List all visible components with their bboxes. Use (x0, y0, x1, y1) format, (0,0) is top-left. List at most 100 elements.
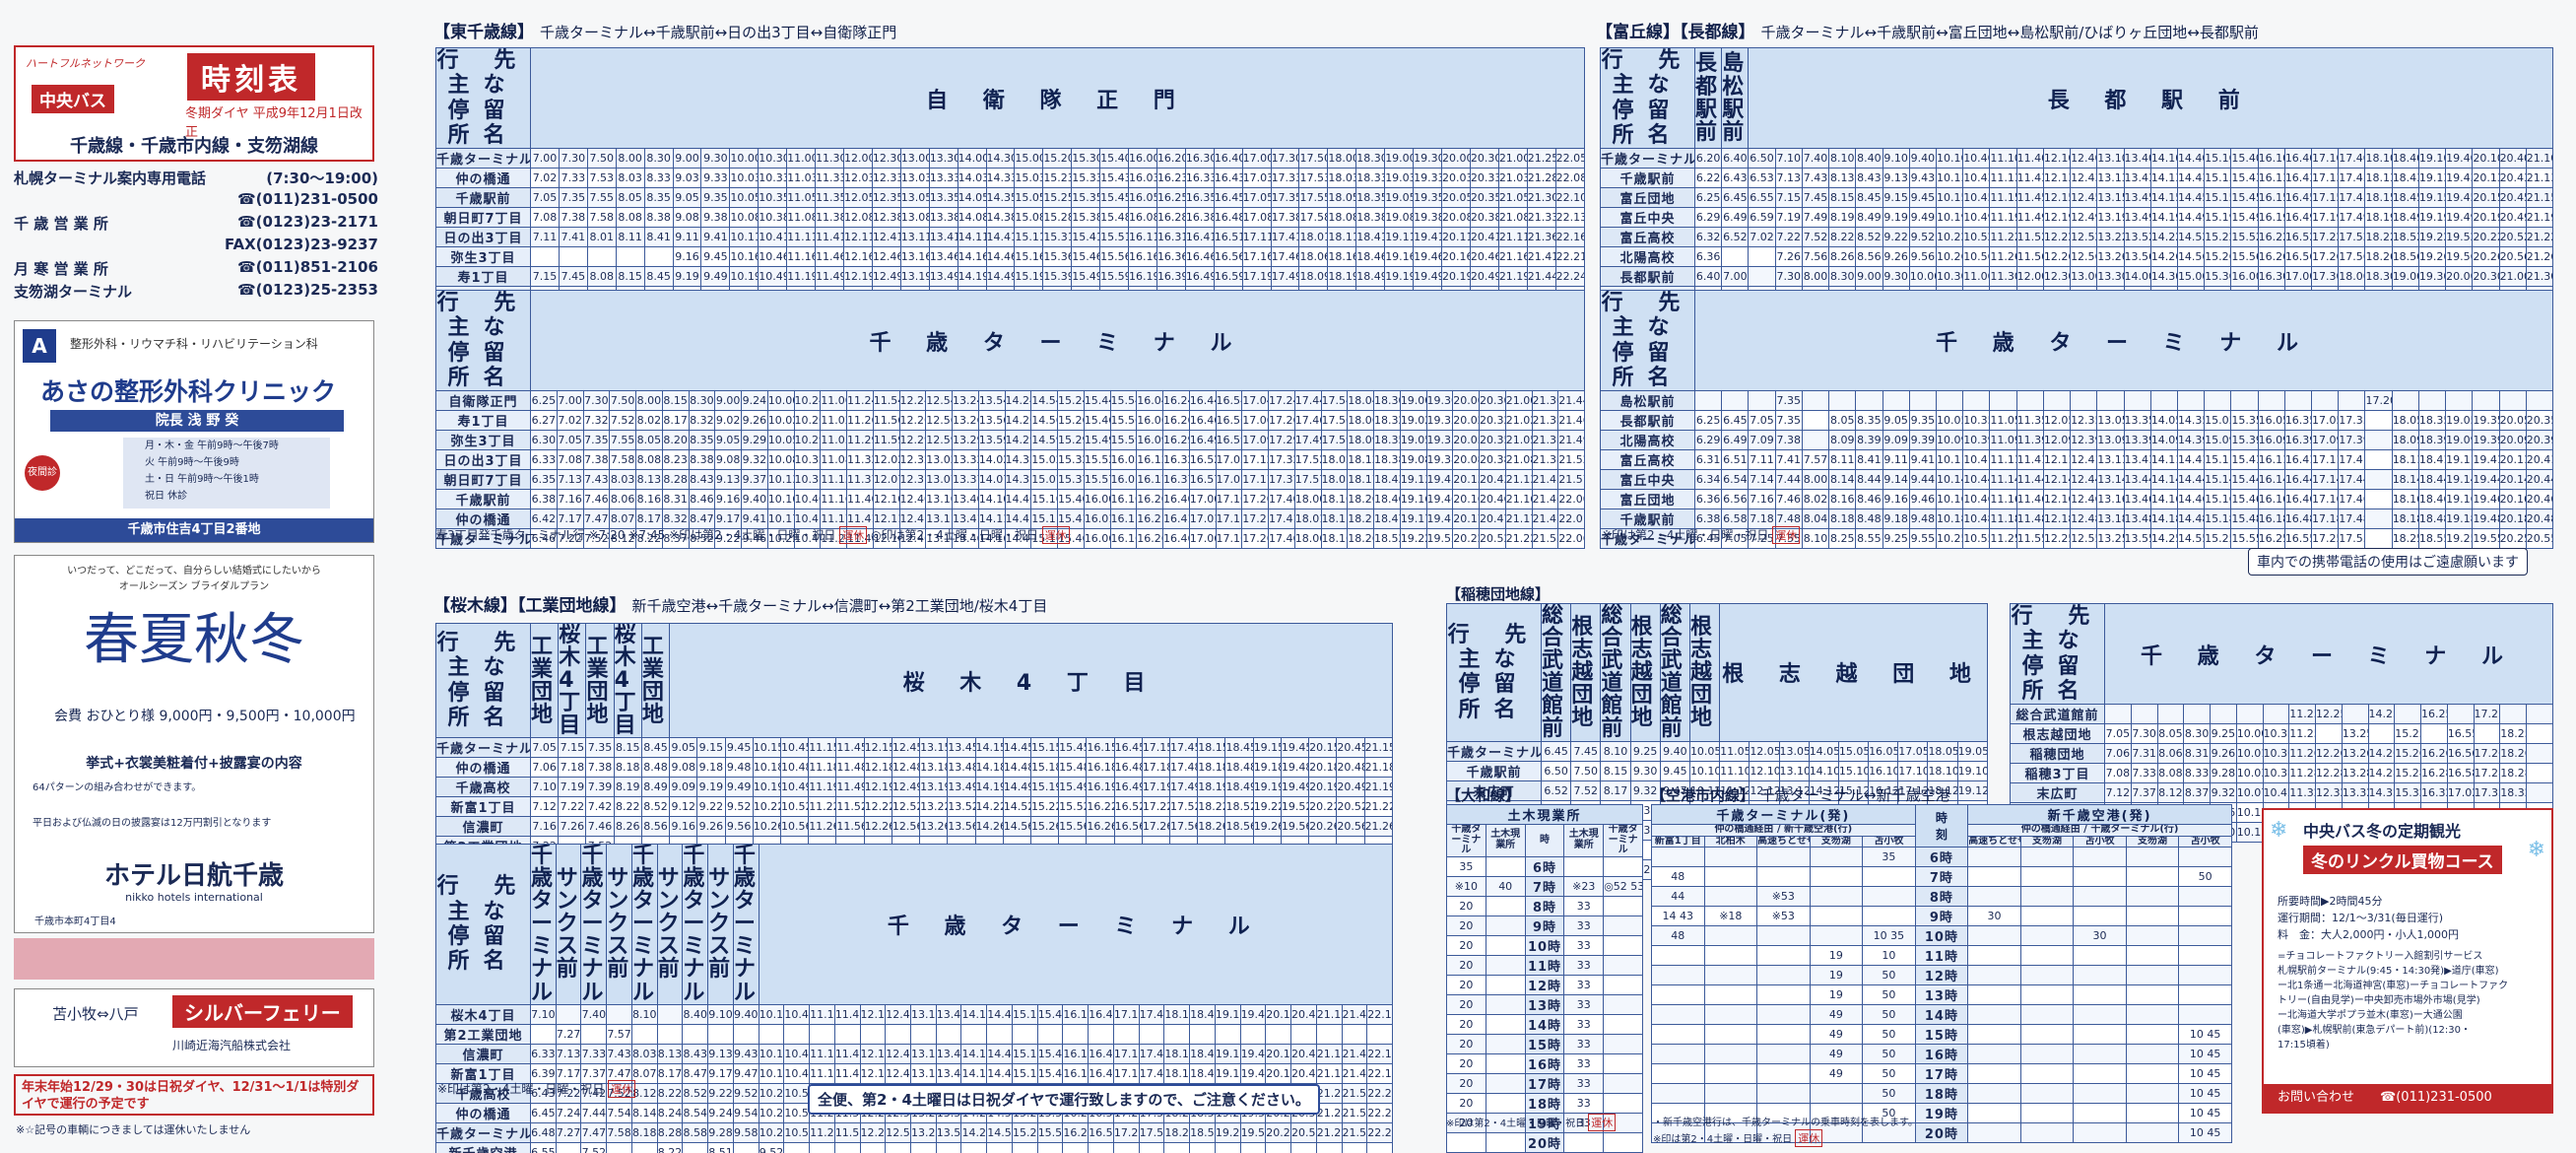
time-cell: 20.41 (2525, 449, 2554, 471)
time-cell: 20 (1446, 1013, 1486, 1035)
time-cell: 20.03 (1441, 168, 1471, 189)
stop-row: 富丘団地 6.36 6.56 7.16 7.46 8.02 8.16 8.46 9.16 9.46… (1600, 489, 2554, 510)
time-cell: 10.05 (729, 187, 760, 209)
time-cell (530, 1023, 557, 1045)
time-cell: 13.41 (928, 227, 958, 248)
time-cell: 19.47 (1425, 509, 1454, 530)
time-cell (2176, 390, 2206, 412)
time-cell: 19.35 (1425, 430, 1454, 451)
time-cell: 10 45 (2178, 1044, 2232, 1064)
time-cell: 21.10 (1315, 1003, 1343, 1025)
time-cell: 20.48 (2525, 509, 2554, 530)
time-cell: 14.59 (1030, 430, 1058, 451)
time-cell: 16.14 (2257, 469, 2285, 491)
time-cell: 7.08 (530, 207, 560, 229)
time-cell: 18.09 (1347, 430, 1374, 451)
column-header: 支笏湖 (1809, 835, 1864, 848)
time-cell: 13.13 (910, 1043, 937, 1064)
time-cell: 19.30 (1425, 390, 1454, 412)
clinic-hours-line: 月・木・金 午前9時〜午後7時 (145, 441, 279, 451)
destination-subheader: 工業団地 (529, 622, 560, 739)
time-cell (1112, 1141, 1140, 1153)
time-cell: 16.55 (2283, 528, 2313, 550)
time-cell: 15.25 (2394, 723, 2421, 745)
time-cell: 13.48 (2123, 509, 2151, 530)
time-cell: 19.43 (1239, 1043, 1267, 1064)
time-cell (2178, 906, 2232, 926)
hour-row: 20 16時 33 (1446, 1052, 1643, 1074)
time-cell (1290, 1023, 1317, 1045)
time-cell: 17.13 (1112, 1043, 1140, 1064)
time-cell: 10.00 (1908, 266, 1937, 288)
time-cell: 12.40 (885, 1003, 912, 1025)
time-cell: 17.05 (1241, 187, 1272, 209)
time-cell: 15.07 (1030, 469, 1058, 491)
time-cell: 16.30 (1184, 148, 1215, 170)
time-cell: 9.32 (2210, 782, 2237, 804)
time-cell: 14.19 (2149, 207, 2178, 229)
time-cell: 33 (1563, 974, 1605, 995)
time-cell: 18.48 (2417, 509, 2447, 530)
time-cell: 10.40 (1962, 148, 1991, 170)
time-cell (555, 1003, 582, 1025)
stop-row: 富丘中央 6.34 6.54 7.14 7.44 8.00 8.14 8.44 9.14 9.44… (1600, 469, 2554, 491)
ferry-ad[interactable]: 苫小牧⇔八戸 シルバーフェリー 川崎近海汽船株式会社 (14, 988, 374, 1067)
stop-row: 末広町7.127.378.128.379.3210.0710.4211.3212… (2010, 782, 2553, 804)
time-cell: 12.46 (871, 246, 901, 268)
time-cell (2498, 390, 2527, 412)
time-cell: 17.21 (1241, 509, 1269, 530)
time-cell: 14.00 (957, 148, 987, 170)
time-cell (1967, 1044, 2021, 1064)
time-cell: 6.25 (1693, 187, 1723, 209)
column-header: 北柏木 (1703, 835, 1758, 848)
time-cell: 17.15 (1141, 737, 1171, 759)
time-cell (1748, 266, 1776, 288)
time-cell: 7.30 (558, 148, 588, 170)
time-cell: 8.03 (609, 469, 636, 491)
time-cell: 10.11 (729, 227, 760, 248)
time-cell: 15.39 (1042, 266, 1073, 288)
time-cell (2125, 1024, 2180, 1045)
time-cell: 18.15 (1197, 737, 1226, 759)
time-cell: 21.05 (1497, 187, 1528, 209)
hour-row: 48 7時 50 (1651, 866, 2232, 887)
time-cell: 10.11 (2235, 802, 2264, 824)
time-cell: 14.13 (960, 1043, 988, 1064)
time-cell: 20.38 (1479, 449, 1506, 471)
tour-inquiry[interactable]: お問い合わせ ☎(011)231-0500 (2264, 1084, 2551, 1112)
time-cell: 16.46 (1162, 528, 1190, 550)
time-cell: 7.38 (1774, 430, 1803, 451)
brand-company: 中央バス (32, 85, 114, 113)
time-cell (1485, 1072, 1526, 1094)
clinic-ad[interactable]: A 整形外科・リウマチ科・リハビリテーション科 あさの整形外科クリニック 院長 … (14, 320, 374, 543)
time-cell: 19.14 (2445, 469, 2474, 491)
time-cell: 6.27 (530, 410, 558, 432)
time-cell (1315, 1023, 1343, 1045)
time-cell: 18.46 (1355, 246, 1386, 268)
time-cell: 13.48 (947, 757, 976, 779)
time-cell: 6.20 (1693, 148, 1723, 170)
time-cell: 12.28 (859, 1121, 887, 1143)
time-cell: 11.37 (846, 469, 874, 491)
winter-tour-ad[interactable]: ❄ ❄ 中央バス冬の定期観光 冬のリンクル買物コース 所要時間▶2時間45分 運行… (2262, 808, 2553, 1114)
time-cell: 19.56 (2445, 246, 2474, 268)
time-cell: 20.35 (2525, 410, 2554, 432)
time-cell: 15.40 (1057, 489, 1085, 510)
time-cell: 17.08 (1241, 207, 1272, 229)
hotel-ad[interactable]: いつだって、どこだって、自分らしい結婚式にしたいから オールシーズン ブライダル… (14, 555, 374, 933)
time-cell: 13.32 (952, 449, 979, 471)
stop-name: 弥生3丁目 (435, 246, 531, 268)
time-cell: 17.12 (1241, 449, 1269, 471)
time-cell: 19.00 (1384, 148, 1415, 170)
time-cell (2019, 1024, 2075, 1045)
time-cell: 13.49 (2123, 207, 2151, 229)
time-cell (1809, 886, 1864, 907)
time-cell: 17.52 (2338, 227, 2366, 248)
time-cell: 48 (1651, 925, 1705, 946)
time-cell: 16.45 (1213, 187, 1243, 209)
stop-row: 日の出3丁目 6.33 7.08 7.38 7.58 8.08 8.23 8.38 9.08 9.… (435, 449, 1585, 471)
stop-name: 自衛隊正門 (435, 390, 531, 412)
time-cell: 14.26 (974, 816, 1004, 838)
time-cell: 8.51 (707, 1141, 734, 1153)
stop-label-header: 行 先 主な 停留所名 (435, 46, 531, 150)
